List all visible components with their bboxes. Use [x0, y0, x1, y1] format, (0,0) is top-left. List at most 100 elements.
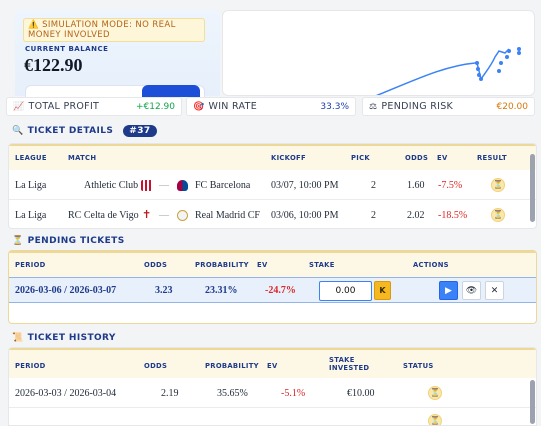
cell-away-team: FC Barcelona: [195, 180, 251, 191]
dashboard-top: ⚠️ SIMULATION MODE: NO REAL MONEY INVOLV…: [0, 0, 541, 97]
delete-ticket-button[interactable]: ✕: [485, 281, 504, 300]
stat-value: +€12.90: [135, 101, 175, 112]
table-header: LEAGUE MATCH KICKOFF PICK ODDS EV RESULT: [9, 144, 536, 170]
hourglass-icon: ⏳: [491, 208, 505, 222]
cell-probability: 35.65%: [217, 388, 248, 399]
table-header: PERIOD ODDS PROBABILITY EV STAKE INVESTE…: [9, 348, 536, 378]
balance-point: [517, 47, 521, 51]
target-icon: 🎯: [193, 101, 205, 112]
cell-kickoff: 03/07, 10:00 PM: [271, 180, 339, 191]
scrollbar-thumb[interactable]: [530, 154, 535, 222]
balance-value: €122.90: [24, 55, 83, 75]
stat-value: €20.00: [496, 101, 529, 112]
col-probability: PROBABILITY: [195, 261, 249, 269]
balance-point: [497, 69, 501, 73]
cell-odds: 2.02: [407, 210, 425, 221]
balance-point: [499, 61, 503, 65]
table-row[interactable]: 2026-03-03 / 2026-03-04 2.19 35.65% -5.1…: [9, 378, 536, 408]
cell-league: La Liga: [15, 180, 47, 191]
scroll-icon: 📜: [12, 333, 24, 343]
kelly-button[interactable]: K: [374, 281, 391, 300]
stat-win-rate: 🎯 WIN RATE 33.3%: [186, 97, 356, 116]
col-actions: ACTIONS: [413, 261, 449, 269]
cell-home-team: Athletic Club: [84, 180, 139, 191]
cell-ev: -24.7%: [265, 285, 296, 296]
col-ev: EV: [267, 362, 278, 370]
cell-period: 2026-03-06 / 2026-03-07: [15, 285, 117, 296]
col-league: LEAGUE: [15, 154, 47, 162]
stat-value: 33.3%: [320, 101, 349, 112]
ticket-history-table: PERIOD ODDS PROBABILITY EV STAKE INVESTE…: [8, 347, 537, 426]
pending-tickets-title: PENDING TICKETS: [27, 236, 125, 246]
col-match: MATCH: [68, 154, 97, 162]
balance-point: [475, 61, 479, 65]
stat-label: WIN RATE: [208, 101, 258, 112]
ticket-details-header: 🔍 TICKET DETAILS #37: [12, 125, 157, 137]
hourglass-icon: ⏳: [491, 178, 505, 192]
col-odds: ODDS: [144, 362, 168, 370]
balance-label: CURRENT BALANCE: [25, 45, 109, 53]
view-ticket-button[interactable]: 👁: [462, 281, 481, 300]
col-pick: PICK: [351, 154, 370, 162]
pending-tickets-table: PERIOD ODDS PROBABILITY EV STAKE ACTIONS…: [8, 250, 537, 324]
balance-point: [505, 55, 509, 59]
ticket-history-header: 📜 TICKET HISTORY: [12, 333, 116, 343]
balance-card: ⚠️ SIMULATION MODE: NO REAL MONEY INVOLV…: [15, 10, 220, 97]
cell-odds: 3.23: [155, 285, 173, 296]
balance-point: [517, 51, 521, 55]
cell-ev: -7.5%: [438, 180, 463, 191]
cell-period: 2026-03-03 / 2026-03-04: [15, 388, 117, 399]
simulation-notice-text: ⚠️ SIMULATION MODE: NO REAL MONEY INVOLV…: [28, 20, 176, 40]
cell-probability: 23.31%: [205, 285, 238, 296]
cell-pick: 2: [371, 210, 376, 221]
ticket-history-title: TICKET HISTORY: [27, 333, 116, 343]
pending-tickets-header: ⏳ PENDING TICKETS: [12, 236, 125, 246]
scrollbar-thumb[interactable]: [530, 380, 535, 424]
cell-kickoff: 03/06, 10:00 PM: [271, 210, 339, 221]
col-odds: ODDS: [144, 261, 168, 269]
col-status: STATUS: [403, 362, 434, 370]
close-icon: ✕: [490, 285, 499, 295]
balance-chart: [222, 10, 535, 96]
cell-league: La Liga: [15, 210, 47, 221]
cell-stake: €10.00: [347, 388, 375, 399]
ticket-details-title: TICKET DETAILS: [27, 126, 114, 136]
col-ev: EV: [437, 154, 448, 162]
vs-separator: —: [159, 180, 169, 191]
play-icon: ▶: [445, 285, 452, 295]
stake-input[interactable]: 0.00: [319, 281, 372, 301]
hourglass-icon: ⏳: [12, 236, 24, 246]
table-row[interactable]: La Liga RC Celta de Vigo ✝ — Real Madrid…: [9, 200, 536, 228]
stat-label: TOTAL PROFIT: [28, 101, 100, 112]
stat-total-profit: 📈 TOTAL PROFIT +€12.90: [6, 97, 182, 116]
eye-icon: 👁: [465, 285, 478, 295]
balance-point: [476, 67, 480, 71]
place-ticket-button[interactable]: ▶: [439, 281, 458, 300]
chart-up-icon: 📈: [13, 101, 25, 112]
balance-point: [479, 77, 483, 81]
col-stake: STAKE: [309, 261, 335, 269]
col-kickoff: KICKOFF: [271, 154, 306, 162]
cell-odds: 1.60: [407, 180, 425, 191]
balance-line-chart: [375, 47, 521, 95]
col-stake-invested: STAKE INVESTED: [329, 356, 370, 372]
cell-odds: 2.19: [161, 388, 179, 399]
team-crest-icon: [177, 180, 188, 193]
col-period: PERIOD: [15, 362, 46, 370]
table-row[interactable]: 2026-03-06 / 2026-03-07 3.23 23.31% -24.…: [9, 277, 536, 303]
magnifier-icon: 🔍: [12, 126, 24, 136]
balance-action-button[interactable]: [142, 85, 200, 97]
team-crest-icon: ✝: [142, 209, 152, 221]
cell-away-team: Real Madrid CF: [195, 210, 260, 221]
scales-icon: ⚖: [369, 101, 378, 112]
table-row[interactable]: La Liga Athletic Club — FC Barcelona 03/…: [9, 170, 536, 200]
ticket-id-badge: #37: [123, 125, 157, 137]
balance-point: [507, 49, 511, 53]
vs-separator: —: [159, 210, 169, 221]
cell-home-team: RC Celta de Vigo: [68, 210, 139, 221]
cell-ev: -18.5%: [438, 210, 468, 221]
table-row[interactable]: ⏳: [9, 408, 536, 425]
cell-pick: 2: [371, 180, 376, 191]
stat-label: PENDING RISK: [381, 101, 454, 112]
col-ev: EV: [257, 261, 268, 269]
